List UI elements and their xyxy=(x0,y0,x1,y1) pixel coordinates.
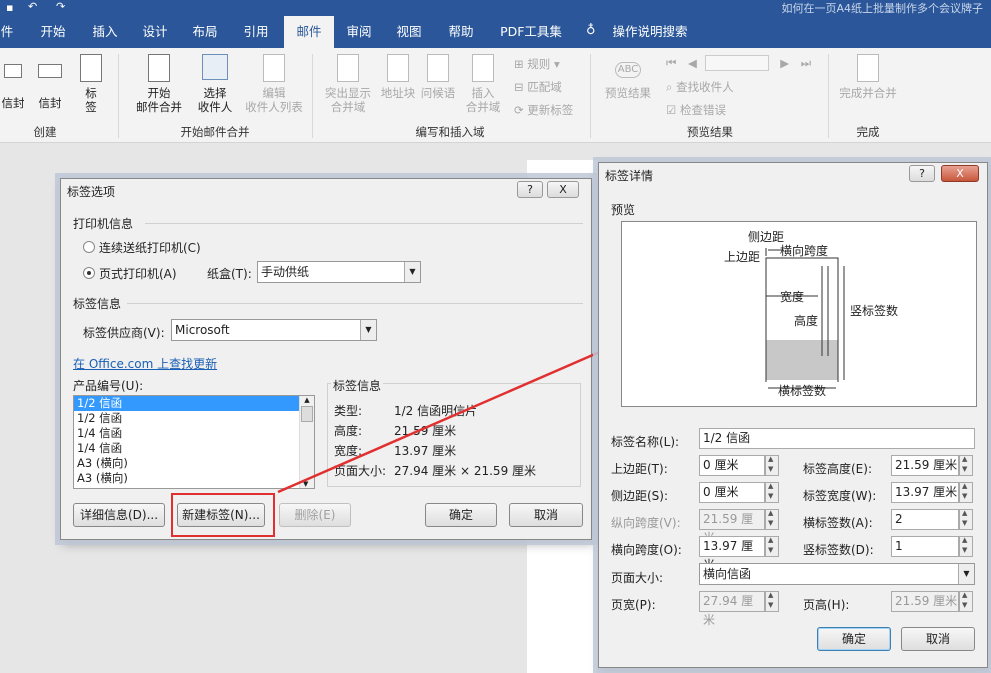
label-height-spinner[interactable] xyxy=(959,455,973,476)
across-input[interactable]: 2 xyxy=(891,509,959,530)
label-height-input[interactable]: 21.59 厘米 xyxy=(891,455,959,476)
horizontal-pitch-input[interactable]: 13.97 厘米 xyxy=(699,536,765,572)
vertical-pitch-input[interactable]: 21.59 厘米 xyxy=(699,509,765,545)
top-margin-field-label: 上边距(T): xyxy=(611,462,668,476)
width-label: 宽度 xyxy=(780,290,805,304)
side-margin-spinner[interactable] xyxy=(765,482,779,503)
horizontal-pitch-spinner[interactable] xyxy=(765,536,779,557)
side-margin-field-label: 侧边距(S): xyxy=(611,489,669,503)
cancel-button[interactable]: 取消 xyxy=(901,627,975,651)
label-details-dialog: 标签详情 ? X 预览 侧边距 上边距 横向跨度 宽度 高度 竖标签数 横标签数… xyxy=(598,162,988,668)
top-margin-spinner[interactable] xyxy=(765,455,779,476)
page-height-spinner[interactable] xyxy=(959,591,973,612)
ok-button[interactable]: 确定 xyxy=(817,627,891,651)
down-spinner[interactable] xyxy=(959,536,973,557)
page-width-input[interactable]: 27.94 厘米 xyxy=(699,591,765,627)
horizontal-pitch-field-label: 横向跨度(O): xyxy=(611,543,682,557)
height-label: 高度 xyxy=(794,314,819,328)
top-margin-label: 上边距 xyxy=(724,250,761,264)
page-size-select[interactable]: 横向信函 ▼ xyxy=(699,563,975,585)
page-width-field-label: 页宽(P): xyxy=(611,598,656,612)
chevron-down-icon: ▼ xyxy=(958,564,974,584)
vertical-pitch-spinner[interactable] xyxy=(765,509,779,530)
label-name-input[interactable]: 1/2 信函 xyxy=(699,428,975,449)
across-field-label: 横标签数(A): xyxy=(803,516,873,530)
side-margin-label: 侧边距 xyxy=(748,230,785,244)
page-size-label: 页面大小: xyxy=(611,571,664,585)
help-button[interactable]: ? xyxy=(909,165,935,182)
label-name-label: 标签名称(L): xyxy=(611,435,680,449)
h-pitch-label: 横向跨度 xyxy=(780,244,829,258)
rows-label: 竖标签数 xyxy=(850,304,899,318)
label-preview: 侧边距 上边距 横向跨度 宽度 高度 竖标签数 横标签数 xyxy=(621,221,977,407)
side-margin-input[interactable]: 0 厘米 xyxy=(699,482,765,503)
label-width-field-label: 标签宽度(W): xyxy=(803,489,877,503)
page-height-field-label: 页高(H): xyxy=(803,598,850,612)
down-field-label: 竖标签数(D): xyxy=(803,543,874,557)
across-spinner[interactable] xyxy=(959,509,973,530)
top-margin-input[interactable]: 0 厘米 xyxy=(699,455,765,476)
preview-heading: 预览 xyxy=(611,203,636,217)
label-height-field-label: 标签高度(E): xyxy=(803,462,872,476)
page-width-spinner[interactable] xyxy=(765,591,779,612)
label-width-input[interactable]: 13.97 厘米 xyxy=(891,482,959,503)
page-height-input[interactable]: 21.59 厘米 xyxy=(891,591,959,612)
dialog-title: 标签详情 xyxy=(605,169,654,183)
close-button[interactable]: X xyxy=(941,165,979,182)
cols-label: 横标签数 xyxy=(778,384,827,398)
down-input[interactable]: 1 xyxy=(891,536,959,557)
label-width-spinner[interactable] xyxy=(959,482,973,503)
vertical-pitch-field-label: 纵向跨度(V): xyxy=(611,516,681,530)
